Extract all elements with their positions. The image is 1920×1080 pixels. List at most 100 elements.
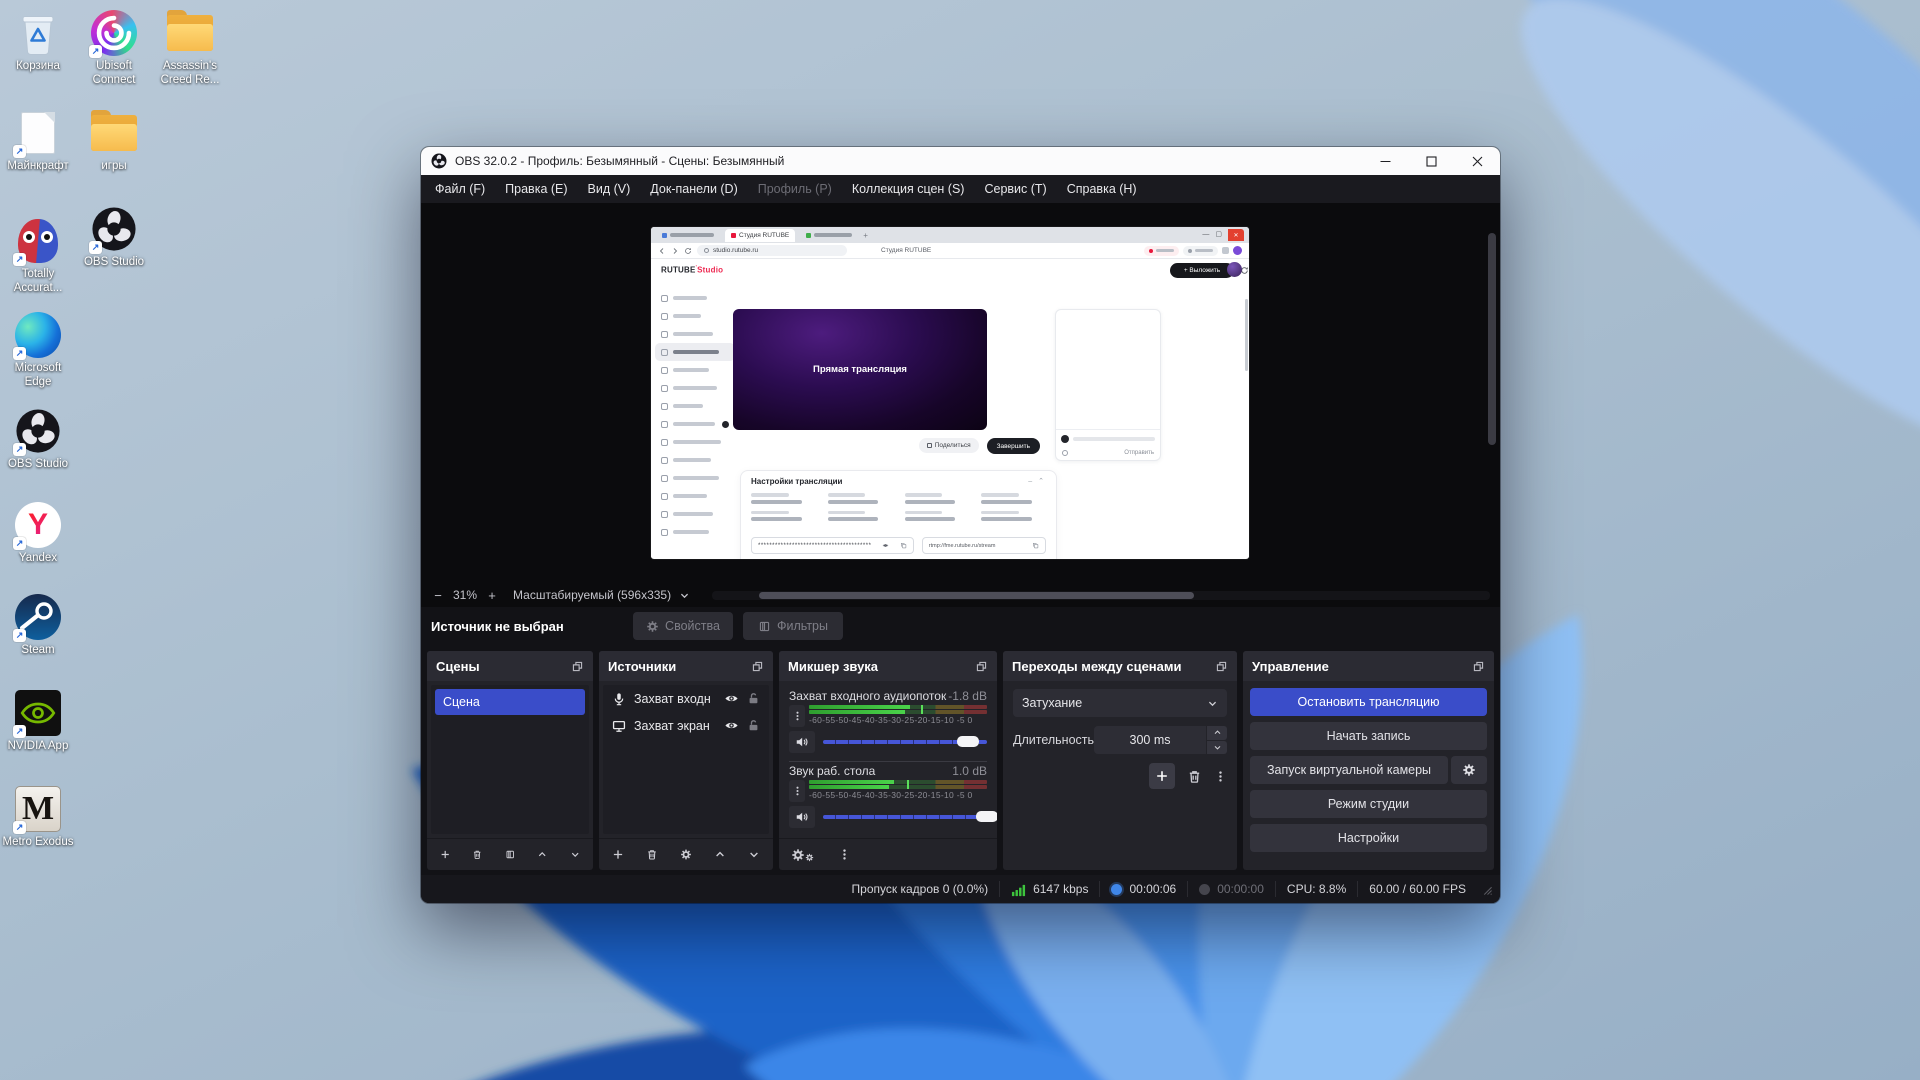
remove-scene-button[interactable]: [472, 847, 482, 862]
recycle-bin-icon: [0, 8, 76, 58]
stream-settings-card: Настройки трансляции – ⌃ *: [740, 470, 1057, 559]
lock-icon[interactable]: [747, 692, 760, 705]
studio-mode-button[interactable]: Режим студии: [1250, 790, 1487, 818]
folder-icon: [152, 8, 228, 58]
move-scene-down-button[interactable]: [570, 847, 580, 862]
desktop-icon-metro-exodus[interactable]: M ↗ Metro Exodus: [0, 784, 76, 850]
resize-grip[interactable]: [1481, 884, 1494, 897]
obs-logo-icon: ↗: [0, 406, 76, 456]
lock-icon[interactable]: [747, 719, 760, 732]
remove-transition-button[interactable]: [1187, 769, 1202, 784]
desktop-icon-ubisoft-connect[interactable]: ↗ Ubisoft Connect: [76, 8, 152, 87]
source-item-audio-input[interactable]: Захват входн: [603, 685, 769, 712]
sidebar-item: [655, 397, 735, 415]
desktop-icon-games-folder[interactable]: игры: [76, 108, 152, 174]
shortcut-arrow-icon: ↗: [13, 821, 26, 834]
menu-scene-collection[interactable]: Коллекция сцен (S): [842, 175, 975, 203]
menu-tools[interactable]: Сервис (T): [974, 175, 1056, 203]
preview-vertical-scrollbar[interactable]: [1488, 233, 1496, 445]
move-source-down-button[interactable]: [748, 847, 760, 862]
desktop-icon-minecraft[interactable]: ↗ Майнкрафт: [0, 108, 76, 174]
maximize-button[interactable]: [1408, 147, 1454, 175]
zoom-in-button[interactable]: +: [485, 588, 499, 603]
minimize-button[interactable]: [1362, 147, 1408, 175]
popout-icon[interactable]: [751, 660, 764, 673]
popout-icon[interactable]: [571, 660, 584, 673]
shortcut-arrow-icon: ↗: [13, 253, 26, 266]
move-source-up-button[interactable]: [714, 847, 726, 862]
duration-input[interactable]: 300 ms: [1094, 726, 1206, 754]
add-source-button[interactable]: [612, 847, 624, 862]
title-bar[interactable]: OBS 32.0.2 - Профиль: Безымянный - Сцены…: [421, 147, 1500, 175]
scale-mode-label[interactable]: Масштабируемый (596x335): [513, 588, 671, 602]
duration-up-button[interactable]: [1207, 726, 1227, 740]
transition-select[interactable]: Затухание: [1013, 689, 1227, 717]
desktop-icon-totally-accurate[interactable]: ↗ Totally Accurat...: [0, 216, 76, 295]
close-button[interactable]: [1454, 147, 1500, 175]
desktop-icon-nvidia-app[interactable]: ↗ NVIDIA App: [0, 688, 76, 754]
popout-icon[interactable]: [1215, 660, 1228, 673]
sidebar-item-active: [655, 343, 735, 361]
source-item-screen-capture[interactable]: Захват экран: [603, 712, 769, 739]
add-transition-button[interactable]: [1149, 763, 1175, 789]
preview-canvas[interactable]: Студия RUTUBE + — ▢ ✕ studio.rutube.ru С…: [421, 203, 1500, 583]
desktop-icon-obs-studio-2[interactable]: ↗ OBS Studio: [76, 204, 152, 270]
menu-edit[interactable]: Правка (E): [495, 175, 577, 203]
volume-slider[interactable]: [823, 740, 987, 744]
mixer-menu-button[interactable]: [838, 848, 851, 861]
icon-label: Майнкрафт: [0, 160, 76, 174]
add-scene-button[interactable]: [440, 847, 450, 862]
chat-send-label: Отправить: [1124, 450, 1154, 456]
desktop-icon-microsoft-edge[interactable]: ↗ Microsoft Edge: [0, 310, 76, 389]
properties-button[interactable]: Свойства: [633, 612, 733, 640]
desktop-icon-recycle-bin[interactable]: Корзина: [0, 8, 76, 74]
ubisoft-connect-icon: ↗: [76, 8, 152, 58]
user-avatar: [1227, 262, 1242, 277]
menu-docks[interactable]: Док-панели (D): [640, 175, 747, 203]
db-scale: -60-55-50-45-40-35-30-25-20-15-10 -5 0: [809, 715, 987, 725]
settings-button[interactable]: Настройки: [1250, 824, 1487, 852]
scene-filters-button[interactable]: [505, 847, 515, 862]
volume-slider[interactable]: [823, 815, 987, 819]
gear-icon: [1462, 763, 1476, 777]
transition-menu-button[interactable]: [1214, 770, 1227, 783]
screen-capture-preview[interactable]: Студия RUTUBE + — ▢ ✕ studio.rutube.ru С…: [651, 227, 1249, 559]
scene-item[interactable]: Сцена: [435, 689, 585, 715]
popout-icon[interactable]: [1472, 660, 1485, 673]
mute-button[interactable]: [789, 806, 815, 828]
transitions-title: Переходы между сценами: [1012, 659, 1182, 674]
virtual-camera-button[interactable]: Запуск виртуальной камеры: [1250, 756, 1448, 784]
desktop-icon-yandex[interactable]: Y ↗ Yandex: [0, 500, 76, 566]
zoom-out-button[interactable]: −: [431, 588, 445, 603]
desktop-icon-obs-studio-1[interactable]: ↗ OBS Studio: [0, 406, 76, 472]
browser-tab-active: Студия RUTUBE: [725, 229, 795, 242]
zoom-level: 31%: [453, 588, 477, 602]
bitrate-status: 6147 kbps: [999, 881, 1099, 897]
shortcut-arrow-icon: ↗: [89, 45, 102, 58]
menu-help[interactable]: Справка (H): [1057, 175, 1147, 203]
live-stream-player: Прямая трансляция: [733, 309, 987, 430]
preview-horizontal-scrollbar[interactable]: [712, 591, 1490, 600]
duration-down-button[interactable]: [1207, 741, 1227, 755]
channel-menu-button[interactable]: [789, 780, 805, 802]
sidebar-item: [655, 415, 735, 433]
start-recording-button[interactable]: Начать запись: [1250, 722, 1487, 750]
menu-profile[interactable]: Профиль (P): [748, 175, 842, 203]
visibility-eye-icon[interactable]: [724, 718, 739, 733]
menu-file[interactable]: Файл (F): [425, 175, 495, 203]
desktop-icon-assassins-creed-folder[interactable]: Assassin's Creed Re...: [152, 8, 228, 87]
source-properties-button[interactable]: [680, 847, 692, 862]
mute-button[interactable]: [789, 731, 815, 753]
stop-streaming-button[interactable]: Остановить трансляцию: [1250, 688, 1487, 716]
desktop-icon-steam[interactable]: ↗ Steam: [0, 592, 76, 658]
visibility-eye-icon[interactable]: [724, 691, 739, 706]
filters-button[interactable]: Фильтры: [743, 612, 843, 640]
menu-view[interactable]: Вид (V): [578, 175, 641, 203]
popout-icon[interactable]: [975, 660, 988, 673]
move-scene-up-button[interactable]: [537, 847, 547, 862]
virtual-camera-settings-button[interactable]: [1451, 756, 1487, 784]
channel-menu-button[interactable]: [789, 705, 805, 727]
remove-source-button[interactable]: [646, 847, 658, 862]
chevron-down-icon[interactable]: [679, 590, 690, 601]
advanced-audio-button[interactable]: [791, 848, 814, 862]
